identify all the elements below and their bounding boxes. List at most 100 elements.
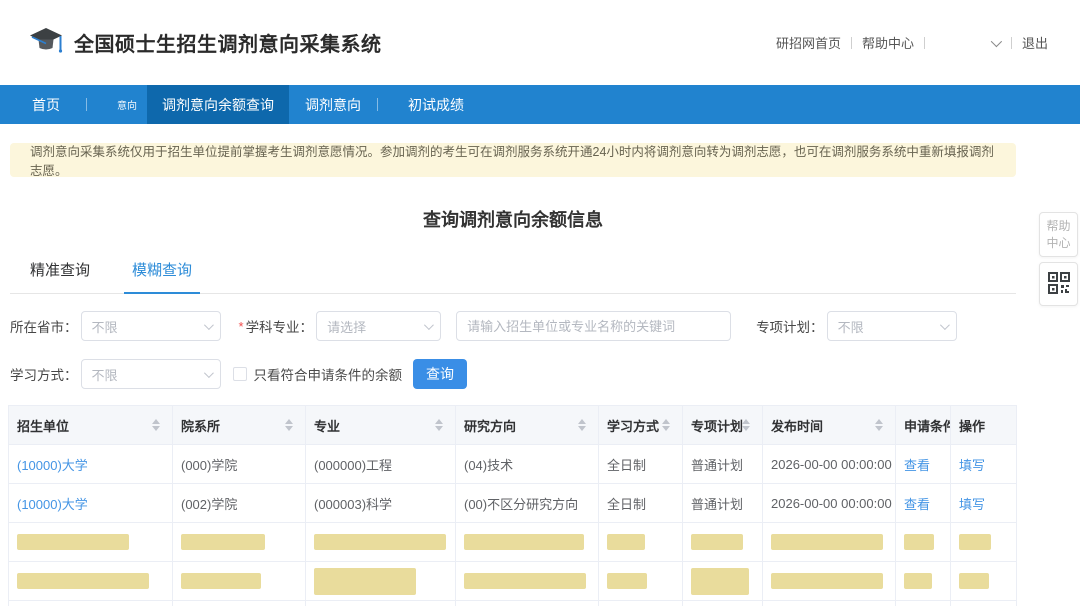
chevron-down-icon[interactable]: [991, 35, 1002, 46]
qr-code-icon: [1047, 271, 1071, 298]
filter-row-1: 所在省市： 不限 * 学科专业： 请选择 专项计划： 不限: [10, 311, 1080, 341]
redacted-cell: [314, 534, 446, 550]
direction-cell: (04)技术: [456, 445, 599, 484]
tab-fuzzy-query[interactable]: 模糊查询: [124, 259, 200, 294]
major-cell: (000003)科学: [306, 484, 456, 523]
top-right-links: 研招网首页 帮助中心 退出: [776, 33, 1048, 52]
sort-icon[interactable]: [742, 419, 750, 431]
plan-select-value: 不限: [838, 317, 864, 336]
publish-time-cell: 2026-00-00 00:00:00: [763, 445, 896, 484]
nav-divider: [86, 98, 87, 111]
col-unit[interactable]: 招生单位: [9, 406, 173, 445]
sort-icon[interactable]: [875, 419, 883, 431]
graduation-cap-icon: [28, 26, 64, 60]
table-row: [9, 601, 1017, 606]
nav-item-adjust-intention[interactable]: 调剂意向: [305, 85, 361, 124]
divider: [851, 37, 852, 49]
sort-icon[interactable]: [662, 419, 670, 431]
sort-icon[interactable]: [152, 419, 160, 431]
subject-select[interactable]: 请选择: [316, 311, 441, 341]
username-redacted: [935, 42, 981, 43]
link-help-center[interactable]: 帮助中心: [862, 33, 914, 52]
filter-row-2: 学习方式： 不限 只看符合申请条件的余额 查询: [10, 359, 1080, 389]
col-actions: 操作: [951, 406, 1017, 445]
study-mode-cell: 全日制: [599, 484, 683, 523]
study-mode-cell: 全日制: [599, 445, 683, 484]
unit-link[interactable]: (10000)大学: [17, 458, 88, 473]
required-asterisk: *: [239, 319, 244, 334]
view-link[interactable]: 查看: [904, 458, 930, 473]
search-button[interactable]: 查询: [413, 359, 467, 389]
subject-select-placeholder: 请选择: [327, 317, 366, 336]
col-major[interactable]: 专业: [306, 406, 456, 445]
divider: [924, 37, 925, 49]
publish-time-cell: 2026-00-00 00:00:00: [763, 484, 896, 523]
subject-label: 学科专业：: [246, 316, 314, 336]
redacted-cell: [464, 534, 584, 550]
province-label: 所在省市：: [10, 316, 78, 336]
redacted-cell: [904, 534, 934, 550]
study-mode-label: 学习方式：: [10, 364, 78, 384]
chevron-down-icon: [424, 320, 434, 330]
plan-select[interactable]: 不限: [827, 311, 957, 341]
notice-banner: 调剂意向采集系统仅用于招生单位提前掌握考生调剂意愿情况。参加调剂的考生可在调剂服…: [10, 143, 1016, 177]
logout-link[interactable]: 退出: [1022, 33, 1048, 52]
col-publish-time[interactable]: 发布时间: [763, 406, 896, 445]
page-title: 查询调剂意向余额信息: [0, 206, 1026, 232]
department-cell: (000)学院: [173, 445, 306, 484]
brand: 全国硕士生招生调剂意向采集系统: [28, 26, 382, 60]
page: 全国硕士生招生调剂意向采集系统 研招网首页 帮助中心 退出 首页 意向 调剂意向…: [0, 0, 1080, 606]
table-row-redacted: [9, 562, 1017, 601]
sort-icon[interactable]: [285, 419, 293, 431]
department-cell: (002)学院: [173, 484, 306, 523]
only-eligible-label[interactable]: 只看符合申请条件的余额: [254, 364, 403, 384]
fill-link[interactable]: 填写: [959, 497, 985, 512]
redacted-cell: [771, 534, 883, 550]
direction-cell: (00)不区分研究方向: [456, 484, 599, 523]
sort-icon[interactable]: [578, 419, 586, 431]
floating-help-center[interactable]: 帮助中心: [1039, 212, 1078, 257]
col-direction[interactable]: 研究方向: [456, 406, 599, 445]
province-select-value: 不限: [92, 317, 118, 336]
nav-item-balance-query[interactable]: 调剂意向余额查询: [147, 85, 289, 124]
chevron-down-icon: [940, 320, 950, 330]
help-center-label: 帮助中心: [1046, 218, 1072, 250]
nav-item-initial-score[interactable]: 初试成绩: [408, 85, 464, 124]
col-department[interactable]: 院系所: [173, 406, 306, 445]
col-study-mode[interactable]: 学习方式: [599, 406, 683, 445]
table-row-redacted: [9, 523, 1017, 562]
view-link[interactable]: 查看: [904, 497, 930, 512]
col-plan[interactable]: 专项计划: [683, 406, 763, 445]
tab-precise-query[interactable]: 精准查询: [22, 259, 98, 293]
only-eligible-checkbox[interactable]: [233, 367, 247, 381]
col-apply-condition: 申请条件: [896, 406, 951, 445]
floating-qr-button[interactable]: [1039, 262, 1078, 306]
redacted-cell: [17, 573, 149, 589]
study-mode-select[interactable]: 不限: [81, 359, 221, 389]
redacted-cell: [181, 534, 265, 550]
redacted-cell: [959, 573, 989, 589]
redacted-cell: [691, 568, 749, 595]
unit-link[interactable]: (10000)大学: [17, 497, 88, 512]
redacted-cell: [464, 573, 586, 589]
redacted-cell: [607, 573, 647, 589]
redacted-cell: [181, 573, 261, 589]
redacted-cell: [17, 534, 129, 550]
keyword-input[interactable]: [456, 311, 731, 341]
top-header: 全国硕士生招生调剂意向采集系统 研招网首页 帮助中心 退出: [0, 0, 1080, 85]
redacted-cell: [771, 573, 883, 589]
plan-label: 专项计划：: [756, 316, 824, 336]
sort-icon[interactable]: [435, 419, 443, 431]
plan-cell: 普通计划: [683, 484, 763, 523]
chevron-down-icon: [203, 368, 213, 378]
province-select[interactable]: 不限: [81, 311, 221, 341]
major-cell: (000000)工程: [306, 445, 456, 484]
divider: [1011, 37, 1012, 49]
table-row: (10000)大学 (002)学院 (000003)科学 (00)不区分研究方向…: [9, 484, 1017, 523]
nav-item-intention[interactable]: 意向: [117, 85, 137, 124]
nav-item-home[interactable]: 首页: [32, 85, 60, 124]
app-title: 全国硕士生招生调剂意向采集系统: [74, 28, 382, 57]
link-yanzhao-home[interactable]: 研招网首页: [776, 33, 841, 52]
main-nav: 首页 意向 调剂意向余额查询 调剂意向 初试成绩: [0, 85, 1080, 124]
fill-link[interactable]: 填写: [959, 458, 985, 473]
